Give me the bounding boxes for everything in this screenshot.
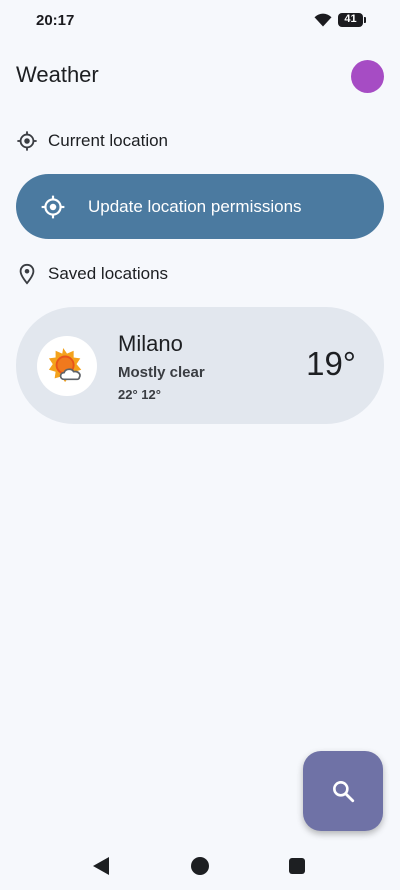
location-card[interactable]: Milano Mostly clear 22° 12° 19° [16,307,384,424]
navigation-bar [0,840,400,890]
current-location-label: Current location [48,131,169,150]
partly-cloudy-icon [48,347,82,383]
my-location-icon [41,195,65,218]
current-temperature: 19° [306,345,356,382]
saved-locations-heading: Saved locations [16,263,168,285]
search-icon [333,781,355,803]
home-icon[interactable] [191,857,209,875]
weather-icon-container [37,336,97,396]
wifi-icon [314,13,332,26]
weather-condition: Mostly clear [118,364,205,381]
current-location-heading: Current location [16,130,168,152]
location-pin-icon [19,263,35,285]
battery-icon: 41 [338,12,366,27]
saved-locations-label: Saved locations [48,264,169,283]
page-title: Weather [16,62,99,87]
avatar[interactable] [351,60,384,93]
my-location-icon [17,131,37,151]
high-low-temperature: 22° 12° [118,387,161,402]
battery-level: 41 [338,12,363,27]
update-location-permissions-label: Update location permissions [88,196,302,216]
city-name: Milano [118,331,183,356]
update-location-permissions-button[interactable]: Update location permissions [16,174,384,239]
recents-icon[interactable] [289,858,305,874]
status-bar: 20:17 41 [0,0,400,44]
search-button[interactable] [303,751,383,831]
status-icons: 41 [314,12,366,27]
status-time: 20:17 [36,12,75,29]
back-icon[interactable] [93,857,109,875]
